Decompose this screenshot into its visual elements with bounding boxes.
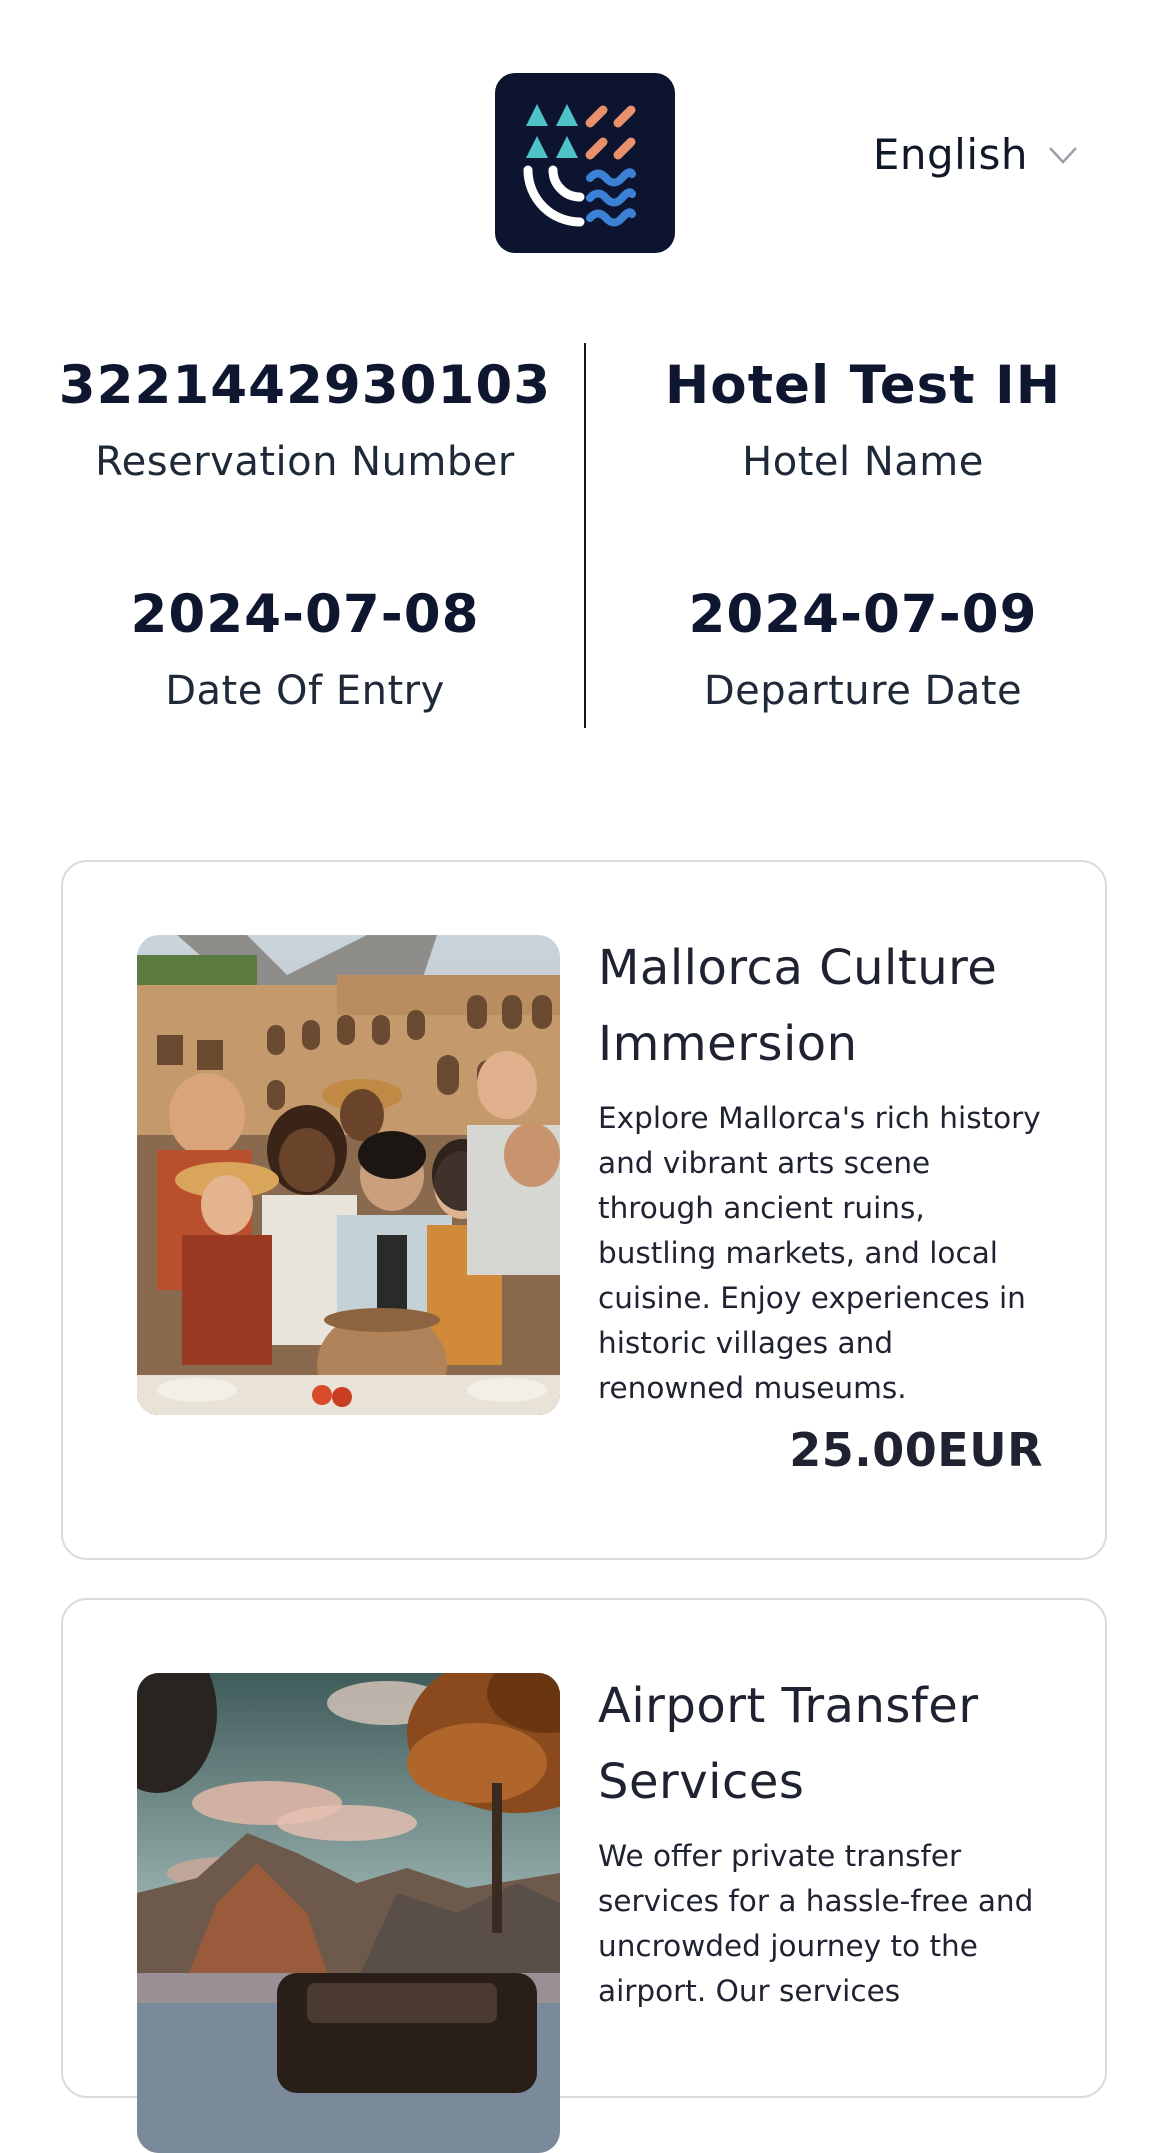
service-title[interactable]: Mallorca Culture Immersion bbox=[598, 930, 1043, 1082]
reservation-number: 3221442930103 bbox=[58, 355, 552, 416]
service-image-culture bbox=[137, 935, 560, 1415]
language-label: English bbox=[872, 130, 1028, 179]
service-description: Explore Mallorca's rich history and vibr… bbox=[598, 1101, 1041, 1405]
reservation-info: 3221442930103 Reservation Number Hotel T… bbox=[0, 335, 1170, 735]
service-title[interactable]: Airport Transfer Services bbox=[598, 1668, 1043, 1820]
language-selector[interactable]: English bbox=[873, 130, 1078, 179]
service-description: We offer private transfer services for a… bbox=[598, 1839, 1034, 2008]
service-image-airport-transfer bbox=[137, 1673, 560, 2153]
service-card-culture[interactable]: Mallorca Culture Immersion Explore Mallo… bbox=[61, 860, 1107, 1560]
entry-date-block: 2024-07-08 Date Of Entry bbox=[25, 588, 585, 711]
departure-date: 2024-07-09 bbox=[688, 584, 1038, 645]
departure-date-label: Departure Date bbox=[703, 668, 1023, 714]
hotel-name-label: Hotel Name bbox=[742, 439, 984, 485]
service-info-culture: Mallorca Culture Immersion Explore Mallo… bbox=[598, 930, 1043, 1477]
header: English bbox=[0, 0, 1170, 260]
brand-logo-icon bbox=[495, 73, 675, 253]
departure-date-block: 2024-07-09 Departure Date bbox=[583, 588, 1143, 711]
reservation-number-block: 3221442930103 Reservation Number bbox=[25, 359, 585, 482]
chevron-down-icon bbox=[1048, 145, 1078, 165]
service-price: 25.00EUR bbox=[789, 1423, 1043, 1477]
hotel-name: Hotel Test IH bbox=[664, 355, 1062, 416]
service-info-airport-transfer: Airport Transfer Services We offer priva… bbox=[598, 1668, 1043, 2014]
entry-date-label: Date Of Entry bbox=[165, 668, 445, 714]
reservation-number-label: Reservation Number bbox=[95, 439, 515, 485]
hotel-name-block: Hotel Test IH Hotel Name bbox=[583, 359, 1143, 482]
service-card-airport-transfer[interactable]: Airport Transfer Services We offer priva… bbox=[61, 1598, 1107, 2153]
entry-date: 2024-07-08 bbox=[130, 584, 480, 645]
